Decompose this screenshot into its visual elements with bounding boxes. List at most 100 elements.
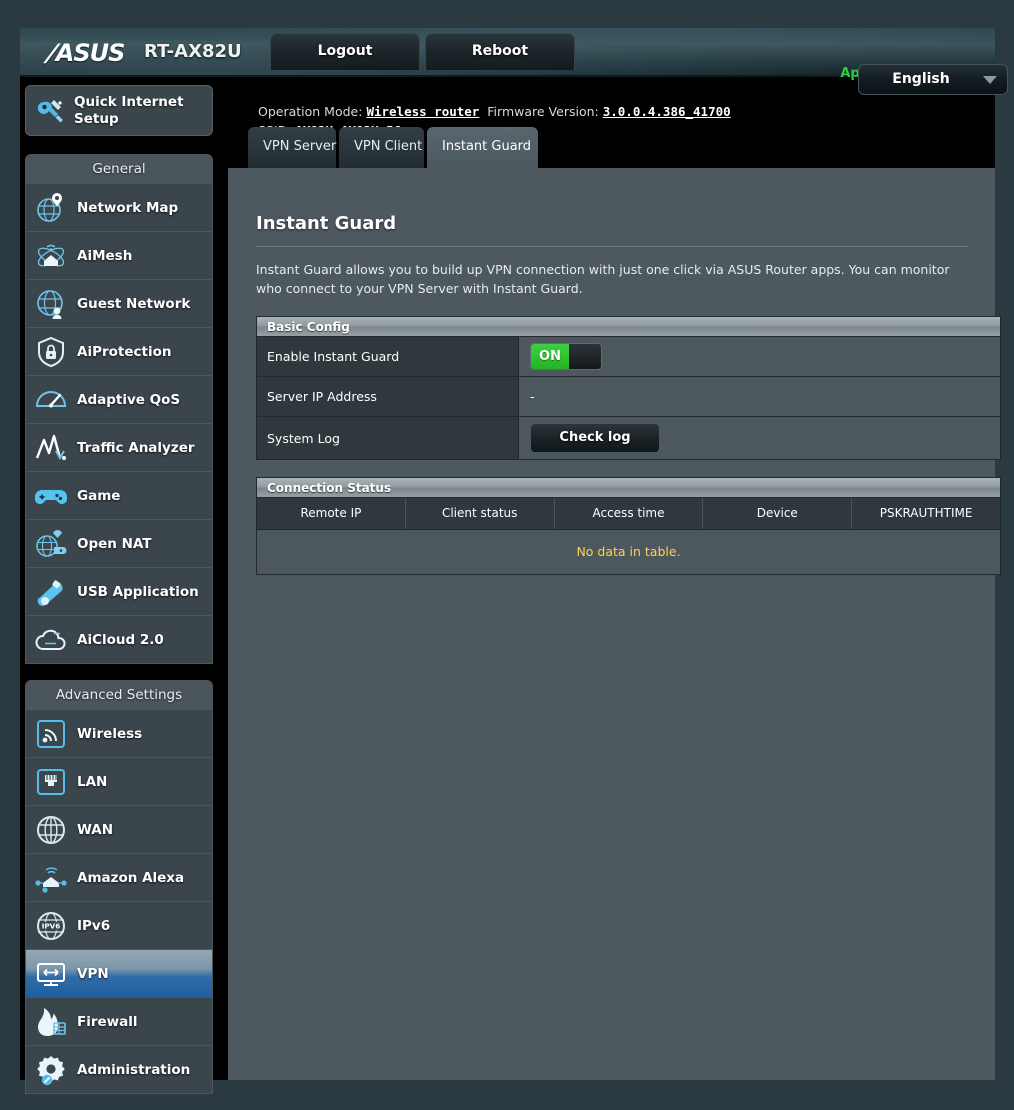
sidebar-item-label: IPv6 [77, 917, 111, 934]
sidebar-item-label: AiProtection [77, 343, 172, 360]
sidebar-group-general-title: General [26, 155, 212, 183]
sidebar-item-label: AiCloud 2.0 [77, 631, 164, 648]
toggle-on-label: ON [531, 344, 569, 369]
title-divider [256, 246, 968, 247]
server-ip-address-value: - [519, 377, 1000, 416]
sidebar-item-label: Open NAT [77, 535, 152, 552]
language-select-label: English [892, 71, 950, 87]
quick-setup-icon [37, 99, 63, 122]
sidebar-item-label: Wireless [77, 725, 143, 742]
reboot-button[interactable]: Reboot [425, 33, 575, 70]
basic-config-caption: Basic Config [257, 317, 1000, 337]
table-row: System Log Check log [257, 417, 1000, 459]
table-row: Server IP Address - [257, 377, 1000, 417]
logout-button[interactable]: Logout [270, 33, 420, 70]
basic-config-table: Basic Config Enable Instant Guard ON Ser… [256, 316, 1001, 460]
sidebar-item-wan[interactable]: WAN [26, 805, 212, 853]
sidebar-item-aimesh[interactable]: AiMesh [26, 231, 212, 279]
sidebar-item-game[interactable]: Game [26, 471, 212, 519]
sidebar-item-adaptive-qos[interactable]: Adaptive QoS [26, 375, 212, 423]
connection-status-table: Connection Status Remote IP Client statu… [256, 477, 1001, 575]
enable-instant-guard-label: Enable Instant Guard [257, 337, 519, 376]
server-ip-address-label: Server IP Address [257, 377, 519, 416]
sidebar-item-label: LAN [77, 773, 108, 790]
sidebar-item-label: Firewall [77, 1013, 138, 1030]
sidebar-item-amazon-alexa[interactable]: Amazon Alexa [26, 853, 212, 901]
sidebar-item-lan[interactable]: LAN [26, 757, 212, 805]
sidebar: Quick Internet Setup General Network Map [25, 85, 220, 1110]
sidebar-item-guest-network[interactable]: Guest Network [26, 279, 212, 327]
firmware-value[interactable]: 3.0.0.4.386_41700 [603, 104, 731, 119]
adaptive-qos-icon [35, 390, 67, 407]
connection-status-empty-message: No data in table. [257, 530, 1000, 574]
sidebar-item-ipv6[interactable]: IPV6 IPv6 [26, 901, 212, 949]
sidebar-item-aiprotection[interactable]: AiProtection [26, 327, 212, 375]
operation-mode-line: Operation Mode: Wireless router Firmware… [258, 104, 731, 119]
sidebar-item-label: Network Map [77, 199, 179, 216]
sidebar-group-general: General Network Map AiMesh Guest Network… [25, 154, 213, 664]
page-description: Instant Guard allows you to build up VPN… [256, 262, 950, 296]
column-header-client-status: Client status [406, 498, 555, 529]
system-log-cell: Check log [519, 417, 1000, 459]
sidebar-item-aicloud[interactable]: AiCloud 2.0 [26, 615, 212, 663]
sidebar-item-label: WAN [77, 821, 114, 838]
svg-text:IPV6: IPV6 [42, 921, 61, 930]
sidebar-item-label: Guest Network [77, 295, 191, 312]
sidebar-item-quick-internet-setup[interactable]: Quick Internet Setup [25, 85, 213, 136]
enable-instant-guard-toggle[interactable]: ON [530, 343, 602, 370]
sidebar-item-wireless[interactable]: Wireless [26, 709, 212, 757]
lan-icon [37, 768, 65, 795]
sidebar-item-usb-application[interactable]: USB Application [26, 567, 212, 615]
firewall-icon [38, 1007, 66, 1036]
language-select[interactable]: English [858, 64, 1008, 95]
usb-application-icon [37, 579, 63, 606]
tab-instant-guard[interactable]: Instant Guard [427, 127, 538, 168]
sidebar-item-network-map[interactable]: Network Map [26, 183, 212, 231]
sidebar-item-label: Amazon Alexa [77, 869, 185, 886]
guest-network-icon [37, 289, 63, 319]
main-content-panel: Instant Guard Instant Guard allows you t… [228, 168, 1001, 1080]
sidebar-group-advanced-settings: Advanced Settings Wireless LAN WAN Amazo… [25, 680, 213, 1094]
sidebar-item-label: Traffic Analyzer [77, 439, 195, 456]
column-header-device: Device [703, 498, 853, 529]
aicloud-icon [35, 629, 66, 650]
sidebar-item-label: Game [77, 487, 121, 504]
firmware-label: Firmware Version: [487, 104, 599, 119]
network-map-icon [37, 192, 62, 222]
wireless-icon [37, 719, 65, 748]
check-log-button[interactable]: Check log [530, 423, 660, 453]
sidebar-item-traffic-analyzer[interactable]: Traffic Analyzer [26, 423, 212, 471]
router-admin-page: /ASUS RT-AX82U Logout Reboot English Ope… [0, 0, 1014, 1094]
operation-mode-value[interactable]: Wireless router [366, 104, 479, 119]
asus-logo: /ASUS [44, 39, 126, 67]
page-title: Instant Guard [256, 213, 397, 234]
traffic-analyzer-icon [35, 434, 66, 460]
sidebar-item-firewall[interactable]: Firewall [26, 997, 212, 1045]
asus-logo-text: ASUS [55, 39, 126, 67]
sidebar-item-label: Administration [77, 1061, 191, 1078]
toggle-knob[interactable] [569, 344, 601, 369]
sidebar-item-vpn[interactable]: VPN [26, 949, 212, 997]
wan-icon [37, 815, 65, 844]
sidebar-group-advanced-title: Advanced Settings [26, 681, 212, 709]
connection-status-header-row: Remote IP Client status Access time Devi… [257, 498, 1000, 530]
tab-vpn-client[interactable]: VPN Client [339, 127, 424, 168]
chevron-down-icon [983, 76, 997, 84]
column-header-remote-ip: Remote IP [257, 498, 406, 529]
vpn-icon [37, 962, 65, 986]
sidebar-item-label: Adaptive QoS [77, 391, 181, 408]
sidebar-item-open-nat[interactable]: Open NAT [26, 519, 212, 567]
open-nat-icon [36, 529, 67, 557]
connection-status-caption: Connection Status [257, 478, 1000, 498]
sidebar-item-administration[interactable]: Administration [26, 1045, 212, 1093]
system-log-label: System Log [257, 417, 519, 459]
sidebar-item-label: USB Application [77, 583, 199, 600]
operation-mode-label: Operation Mode: [258, 104, 363, 119]
aimesh-icon [37, 244, 65, 266]
aiprotection-icon [38, 336, 64, 367]
tab-vpn-server[interactable]: VPN Server [248, 127, 336, 168]
sidebar-item-label: AiMesh [77, 247, 133, 264]
enable-instant-guard-cell: ON [519, 337, 1000, 376]
sidebar-item-label: VPN [77, 965, 109, 982]
ipv6-icon: IPV6 [37, 911, 65, 940]
